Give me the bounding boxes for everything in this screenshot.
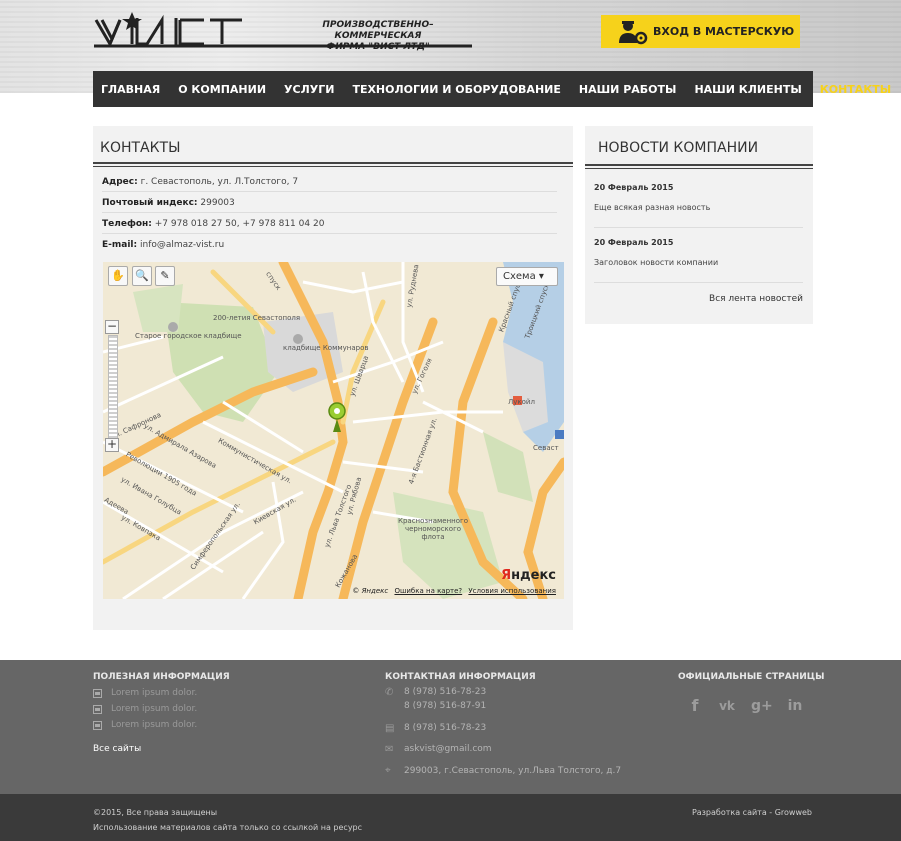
map-label: Старое городское кладбище bbox=[135, 332, 242, 340]
all-news-link[interactable]: Вся лента новостей bbox=[709, 294, 803, 304]
nav-item-technologies[interactable]: ТЕХНОЛОГИИ И ОБОРУДОВАНИЕ bbox=[352, 83, 560, 96]
map-ruler-tool[interactable]: ✎ bbox=[155, 266, 175, 286]
arrow-right-icon bbox=[93, 720, 102, 730]
phone-icon: ✆ bbox=[385, 687, 394, 698]
divider bbox=[102, 212, 557, 213]
map-label: Лукойл bbox=[508, 398, 535, 406]
arrow-right-icon bbox=[93, 704, 102, 714]
workshop-login-label: ВХОД В МАСТЕРСКУЮ bbox=[653, 25, 795, 38]
useful-link-label: Lorem ipsum dolor. bbox=[111, 720, 198, 730]
address-label: Адрес: bbox=[102, 177, 138, 187]
contacts-title: КОНТАКТЫ bbox=[100, 140, 181, 156]
news-link[interactable]: Заголовок новости компании bbox=[594, 258, 718, 267]
footer-phone1: 8 (978) 516-78-23 bbox=[404, 687, 487, 697]
address-line: Адрес: г. Севастополь, ул. Л.Толстого, 7 bbox=[102, 177, 298, 187]
zoom-out-button[interactable]: − bbox=[105, 320, 119, 334]
developer-link[interactable]: Разработка сайта - Growweb bbox=[692, 808, 812, 817]
bottom-bar: ©2015, Все права защищены Использование … bbox=[0, 794, 901, 841]
map-copyright-text: © Яндекс bbox=[352, 587, 389, 595]
news-title: НОВОСТИ КОМПАНИИ bbox=[598, 140, 759, 156]
map-type-select[interactable]: Схема ▾ bbox=[496, 267, 558, 286]
yandex-logo-y: Я bbox=[501, 568, 512, 583]
news-title-rule bbox=[585, 164, 813, 169]
yandex-logo-rest: ндекс bbox=[511, 568, 556, 583]
nav-item-about[interactable]: О КОМПАНИИ bbox=[178, 83, 266, 96]
facebook-icon[interactable]: f bbox=[686, 697, 704, 715]
contacts-title-rule bbox=[93, 162, 573, 167]
google-plus-icon[interactable]: g+ bbox=[751, 697, 773, 715]
zip-line: Почтовый индекс: 299003 bbox=[102, 198, 235, 208]
news-panel: НОВОСТИ КОМПАНИИ 20 Февраль 2015 Еще вся… bbox=[585, 126, 813, 324]
vk-icon[interactable]: vk bbox=[718, 697, 736, 715]
nav-item-home[interactable]: ГЛАВНАЯ bbox=[101, 83, 160, 96]
email-line: E-mail: info@almaz-vist.ru bbox=[102, 240, 224, 250]
useful-link[interactable]: Lorem ipsum dolor. bbox=[93, 704, 197, 714]
news-date: 20 Февраль 2015 bbox=[594, 183, 674, 192]
map-label: Севаст bbox=[533, 444, 559, 452]
map-label: 200-летия Севастополя bbox=[213, 314, 301, 322]
phone-label: Телефон: bbox=[102, 219, 152, 229]
map-copyright: © Яндекс Ошибка на карте? Условия исполь… bbox=[352, 587, 556, 595]
nav-item-services[interactable]: УСЛУГИ bbox=[284, 83, 334, 96]
page-footer: ПОЛЕЗНАЯ ИНФОРМАЦИЯ Lorem ipsum dolor. L… bbox=[0, 660, 901, 794]
news-link[interactable]: Еще всякая разная новость bbox=[594, 203, 710, 212]
linkedin-icon[interactable]: in bbox=[786, 697, 804, 715]
map-label: Краснознаменного черноморского флота bbox=[398, 517, 468, 541]
yandex-map[interactable]: Старое городское кладбище кладбище Комму… bbox=[103, 262, 564, 599]
map-magnifier-tool[interactable]: 🔍 bbox=[132, 266, 152, 286]
zip-label: Почтовый индекс: bbox=[102, 198, 198, 208]
official-pages-title: ОФИЦИАЛЬНЫЕ СТРАНИЦЫ bbox=[678, 672, 825, 682]
nav-item-contacts[interactable]: КОНТАКТЫ bbox=[820, 83, 891, 96]
divider bbox=[594, 227, 803, 228]
footer-address: 299003, г.Севастополь, ул.Льва Толстого,… bbox=[404, 766, 622, 776]
company-name-line2: ФИРМА "ВИСТ ЛТД" bbox=[326, 42, 430, 52]
news-date: 20 Февраль 2015 bbox=[594, 238, 674, 247]
nav-item-works[interactable]: НАШИ РАБОТЫ bbox=[579, 83, 677, 96]
zip-value: 299003 bbox=[200, 198, 235, 208]
useful-link-label: Lorem ipsum dolor. bbox=[111, 704, 198, 714]
map-terms-link[interactable]: Условия использования bbox=[468, 587, 556, 595]
footer-fax: 8 (978) 516-78-23 bbox=[404, 723, 487, 733]
copyright-text: ©2015, Все права защищены bbox=[93, 808, 218, 817]
footer-phone2: 8 (978) 516-87-91 bbox=[404, 701, 487, 711]
useful-link-label: Lorem ipsum dolor. bbox=[111, 688, 198, 698]
arrow-right-icon bbox=[93, 688, 102, 698]
map-label: кладбище Коммунаров bbox=[283, 344, 369, 352]
divider bbox=[594, 282, 803, 283]
workshop-login-button[interactable]: ВХОД В МАСТЕРСКУЮ bbox=[601, 15, 800, 48]
email-label: E-mail: bbox=[102, 240, 138, 250]
map-drag-tool[interactable]: ✋ bbox=[108, 266, 128, 286]
divider bbox=[102, 191, 557, 192]
zoom-in-button[interactable]: + bbox=[105, 438, 119, 452]
company-name: ПРОИЗВОДСТВЕННО–КОММЕРЧЕСКАЯ ФИРМА "ВИСТ… bbox=[283, 20, 473, 53]
usage-notice: Использование материалов сайта только со… bbox=[93, 823, 363, 832]
main-nav: ГЛАВНАЯ О КОМПАНИИ УСЛУГИ ТЕХНОЛОГИИ И О… bbox=[93, 71, 891, 107]
map-canvas bbox=[103, 262, 564, 599]
company-name-line1: ПРОИЗВОДСТВЕННО–КОММЕРЧЕСКАЯ bbox=[322, 20, 434, 41]
nav-item-clients[interactable]: НАШИ КЛИЕНТЫ bbox=[694, 83, 801, 96]
location-icon: ⌖ bbox=[385, 765, 391, 776]
contact-info-title: КОНТАКТНАЯ ИНФОРМАЦИЯ bbox=[385, 672, 536, 682]
address-value: г. Севастополь, ул. Л.Толстого, 7 bbox=[140, 177, 299, 187]
useful-link[interactable]: Lorem ipsum dolor. bbox=[93, 688, 197, 698]
phone-value: +7 978 018 27 50, +7 978 811 04 20 bbox=[154, 219, 325, 229]
footer-email[interactable]: askvist@gmail.com bbox=[404, 742, 492, 756]
all-sites-link[interactable]: Все сайты bbox=[93, 744, 141, 754]
divider bbox=[102, 233, 557, 234]
worker-gear-icon bbox=[619, 20, 648, 44]
fax-icon: ▤ bbox=[385, 723, 395, 734]
zoom-slider[interactable] bbox=[108, 335, 118, 445]
rail-station-icon bbox=[555, 430, 564, 439]
yandex-logo: Яндекс bbox=[501, 568, 556, 583]
phone-line: Телефон: +7 978 018 27 50, +7 978 811 04… bbox=[102, 219, 324, 229]
map-error-link[interactable]: Ошибка на карте? bbox=[394, 587, 462, 595]
useful-link[interactable]: Lorem ipsum dolor. bbox=[93, 720, 197, 730]
contacts-panel: КОНТАКТЫ Адрес: г. Севастополь, ул. Л.То… bbox=[93, 126, 573, 630]
email-value[interactable]: info@almaz-vist.ru bbox=[140, 240, 224, 250]
footer-phone: 8 (978) 516-78-23 8 (978) 516-87-91 bbox=[404, 685, 486, 713]
useful-info-title: ПОЛЕЗНАЯ ИНФОРМАЦИЯ bbox=[93, 672, 230, 682]
mail-icon: ✉ bbox=[385, 744, 394, 755]
